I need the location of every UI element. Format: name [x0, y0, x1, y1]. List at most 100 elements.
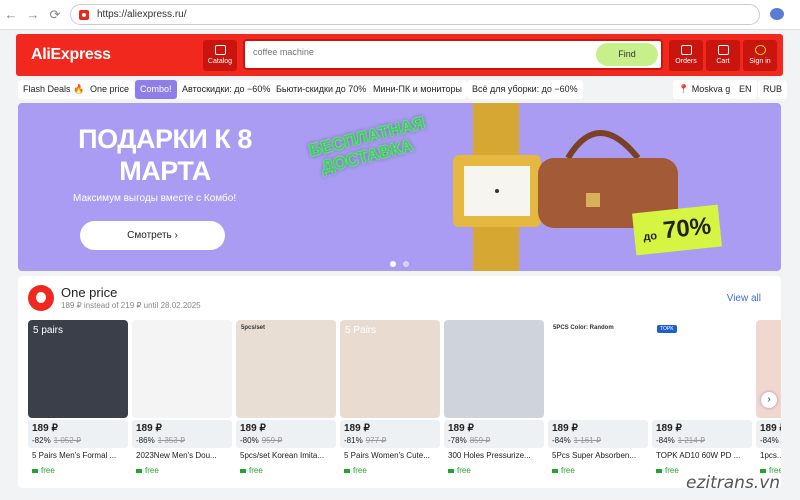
chip-one-price[interactable]: One price	[85, 80, 135, 99]
product-image: 5pcs/set	[236, 320, 336, 418]
chip-combo[interactable]: Combo!	[135, 80, 177, 99]
product-discount-line: -78% 859 ₽	[448, 436, 490, 445]
product-card[interactable]: 5 Pairs 189 ₽ -81% 977 ₽ 5 Pairs Women's …	[340, 320, 440, 486]
cart-icon	[717, 45, 729, 55]
find-button[interactable]: Find	[596, 43, 658, 66]
free-shipping-label: free	[448, 466, 471, 475]
product-discount: -81%	[344, 436, 363, 445]
product-image: 5 Pairs	[340, 320, 440, 418]
orders-button[interactable]: Orders	[669, 40, 703, 71]
product-discount-line: -80% 959 ₽	[240, 436, 282, 445]
chip-auto-discounts[interactable]: Автоскидки: до −60%	[177, 80, 276, 99]
product-image	[132, 320, 232, 418]
search-input[interactable]	[253, 47, 593, 57]
product-price: 189 ₽	[760, 423, 781, 434]
address-bar[interactable]: https://aliexpress.ru/	[70, 4, 760, 25]
site-icon	[79, 9, 89, 20]
view-all-link[interactable]: View all	[727, 293, 761, 304]
product-price: 189 ₽	[552, 423, 578, 434]
forward-icon[interactable]: →	[22, 7, 44, 22]
product-discount: -84%	[656, 436, 675, 445]
orders-label: Orders	[675, 58, 697, 65]
currency-selector[interactable]: RUB	[758, 80, 788, 99]
free-shipping-sticker: БЕСПЛАТНАЯ ДОСТАВКА	[307, 113, 427, 177]
product-tag: 5PCS Color: Random	[553, 325, 614, 331]
carousel-dot[interactable]	[390, 261, 396, 267]
product-price: 189 ₽	[240, 423, 266, 434]
product-discount-line: -82% 1 052 ₽	[32, 436, 81, 445]
promo-banner[interactable]: ПОДАРКИ К 8 МАРТА Максимум выгоды вместе…	[18, 103, 781, 271]
product-card[interactable]: 5pcs/set 189 ₽ -80% 959 ₽ 5pcs/set Korean…	[236, 320, 336, 486]
product-old-price: 1 161 ₽	[573, 436, 602, 445]
chip-flash-deals[interactable]: Flash Deals 🔥	[18, 80, 90, 99]
product-discount: -84%	[760, 436, 779, 445]
product-name: TOPK AD10 60W PD ...	[656, 451, 741, 460]
product-card[interactable]: 189 ₽ -78% 859 ₽ 300 Holes Pressurize... …	[444, 320, 544, 486]
sign-in-label: Sign in	[749, 58, 771, 65]
carousel-dots	[390, 254, 412, 271]
product-name: 2023New Men's Dou...	[136, 451, 217, 460]
sale-sticker: до 70%	[632, 204, 722, 256]
product-discount-line: -84% 1 161 ₽	[552, 436, 601, 445]
product-discount-line: -81% 977 ₽	[344, 436, 386, 445]
product-card[interactable]: 5PCS Color: Random 189 ₽ -84% 1 161 ₽ 5Pc…	[548, 320, 648, 486]
category-chips: Flash Deals 🔥 One price Combo! Автоскидк…	[18, 80, 788, 99]
product-name: 5 Pairs Men's Formal ...	[32, 451, 117, 460]
language-selector[interactable]: EN	[734, 80, 757, 99]
truck-icon	[240, 468, 246, 473]
extension-icon[interactable]	[770, 8, 784, 20]
banner-view-button[interactable]: Смотреть ›	[80, 221, 225, 250]
product-discount: -86%	[136, 436, 155, 445]
site-header: AliExpress Catalog Find Orders Cart Sign…	[16, 34, 783, 76]
carousel-next-button[interactable]: ›	[761, 392, 777, 408]
product-image: 5PCS Color: Random	[548, 320, 648, 418]
product-name: 5pcs/set Korean Imita...	[240, 451, 325, 460]
chip-mini-pc[interactable]: Мини-ПК и мониторы	[368, 80, 467, 99]
truck-icon	[344, 468, 350, 473]
product-discount: -78%	[448, 436, 467, 445]
aliexpress-logo[interactable]: AliExpress	[31, 46, 111, 64]
price-box: 189 ₽ -86% 1 353 ₽	[132, 420, 232, 448]
truck-icon	[552, 468, 558, 473]
product-tag: 5 pairs	[33, 325, 64, 336]
product-price: 189 ₽	[32, 423, 58, 434]
product-card[interactable]: TOPK 189 ₽ -84% 1 214 ₽ TOPK AD10 60W PD …	[652, 320, 752, 486]
free-shipping-label: free	[136, 466, 159, 475]
product-discount-line: -84% 1 214 ₽	[656, 436, 705, 445]
product-old-price: 1 052 ₽	[53, 436, 82, 445]
one-price-icon	[28, 285, 54, 311]
orders-icon	[680, 45, 692, 55]
product-name: 5Pcs Super Absorben...	[552, 451, 637, 460]
shipping-text: free	[249, 466, 263, 475]
truck-icon	[656, 468, 662, 473]
product-tag: 5 Pairs	[345, 325, 377, 336]
shipping-text: free	[561, 466, 575, 475]
chip-beauty[interactable]: Бьюти-скидки до 70%	[271, 80, 372, 99]
sale-value: 70%	[661, 212, 713, 245]
product-price: 189 ₽	[448, 423, 474, 434]
cart-button[interactable]: Cart	[706, 40, 740, 71]
product-old-price: 859 ₽	[469, 436, 491, 445]
price-box: 189 ₽ -78% 859 ₽	[444, 420, 544, 448]
carousel-dot[interactable]	[403, 261, 410, 267]
reload-icon[interactable]: ⟳	[44, 7, 66, 23]
cart-label: Cart	[716, 58, 730, 65]
product-card[interactable]: 5 pairs 189 ₽ -82% 1 052 ₽ 5 Pairs Men's …	[28, 320, 128, 486]
chip-cleaning[interactable]: Всё для уборки: до −60%	[467, 80, 583, 99]
smile-icon	[754, 45, 766, 55]
catalog-button[interactable]: Catalog	[203, 40, 237, 71]
city-label: Moskva g	[691, 84, 731, 94]
product-image: 5 pairs	[28, 320, 128, 418]
price-box: 189 ₽ -82% 1 052 ₽	[28, 420, 128, 448]
url-text: https://aliexpress.ru/	[97, 9, 187, 20]
product-price: 189 ₽	[136, 423, 162, 434]
back-icon[interactable]: ←	[0, 7, 22, 22]
one-price-section: One price 189 ₽ instead of 219 ₽ until 2…	[18, 276, 781, 488]
product-old-price: 1 353 ₽	[157, 436, 186, 445]
search-box: Find	[243, 39, 663, 70]
sign-in-button[interactable]: Sign in	[743, 40, 777, 71]
price-box: 189 ₽ -84%	[756, 420, 781, 448]
product-card[interactable]: 189 ₽ -86% 1 353 ₽ 2023New Men's Dou... f…	[132, 320, 232, 486]
shipping-text: free	[353, 466, 367, 475]
location-selector[interactable]: 📍 Moskva g	[673, 80, 736, 99]
